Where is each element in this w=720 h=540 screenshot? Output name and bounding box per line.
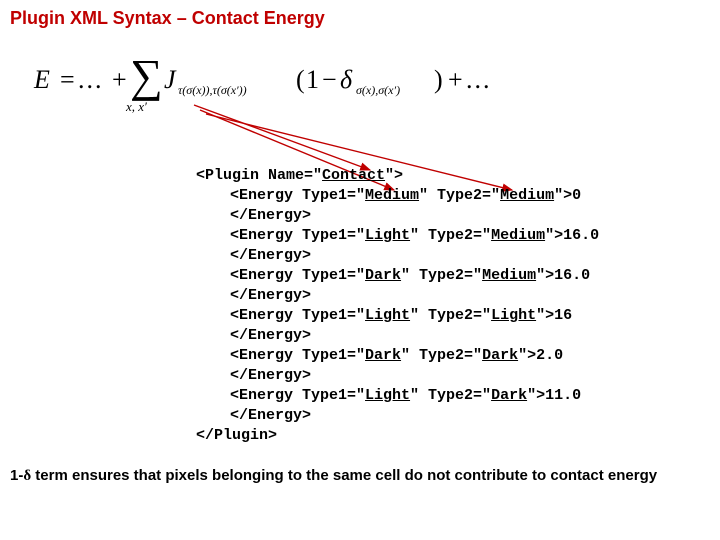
formula-dots1: ... xyxy=(78,65,104,95)
slide-title: Plugin XML Syntax – Contact Energy xyxy=(10,8,710,29)
footer-pre: 1- xyxy=(10,467,23,484)
formula-sum-subscript: x, x′ xyxy=(126,99,147,115)
formula-rparen: ) xyxy=(434,65,443,95)
formula-one: 1 xyxy=(306,65,319,95)
formula-sigma: ∑ xyxy=(130,49,163,102)
formula-delta-subscript: σ(x),σ(x′) xyxy=(356,83,400,98)
footer-note: 1-δ term ensures that pixels belonging t… xyxy=(10,466,706,486)
formula-dots2: ... xyxy=(466,65,492,95)
formula-minus: − xyxy=(322,65,337,95)
xml-code-block: <Plugin Name="Contact"> <Energy Type1="M… xyxy=(196,166,599,446)
formula-E: E xyxy=(34,65,50,95)
formula-J: J xyxy=(164,65,176,95)
formula-eq: = xyxy=(60,65,75,95)
footer-post: term ensures that pixels belonging to th… xyxy=(31,467,657,484)
formula-plus2: + xyxy=(448,65,463,95)
footer-delta: δ xyxy=(23,468,31,484)
energy-formula: E = ... + ∑ x, x′ J τ(σ(x)),τ(σ(x′)) ( 1… xyxy=(34,51,710,121)
formula-J-subscript: τ(σ(x)),τ(σ(x′)) xyxy=(178,83,247,98)
formula-plus1: + xyxy=(112,65,127,95)
formula-lparen: ( xyxy=(296,65,305,95)
formula-delta: δ xyxy=(340,65,352,95)
